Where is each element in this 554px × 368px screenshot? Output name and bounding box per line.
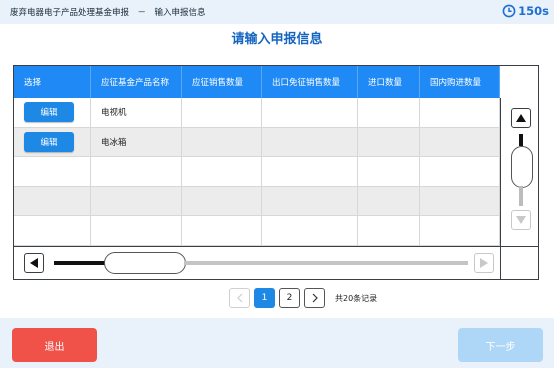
- vertical-track: [519, 186, 523, 206]
- import-cell: [358, 216, 420, 245]
- export-cell: [262, 127, 358, 156]
- product-cell: [91, 216, 182, 245]
- product-cell: 电冰箱: [91, 127, 182, 156]
- table-header: 选择 应征基金产品名称 应征销售数量 出口免征销售数量 进口数量 国内购进数量: [14, 66, 500, 98]
- import-cell: [358, 186, 420, 215]
- import-cell: [358, 157, 420, 186]
- export-cell: [262, 98, 358, 127]
- edit-button[interactable]: 编辑: [24, 131, 74, 152]
- select-cell: 编辑: [14, 127, 91, 156]
- top-bar: 废弃电器电子产品处理基金申报 － 输入申报信息 150s: [0, 0, 554, 24]
- clock-icon: [502, 4, 516, 18]
- domestic-cell: [420, 186, 500, 215]
- scrollbar-corner: [500, 246, 538, 279]
- pagination: 1 2 共20条记录: [229, 288, 377, 308]
- column-header-product: 应征基金产品名称: [91, 66, 182, 98]
- chevron-left-icon: [236, 293, 242, 303]
- horizontal-track: [184, 261, 468, 265]
- import-cell: [358, 98, 420, 127]
- column-header-select: 选择: [14, 66, 91, 98]
- triangle-up-icon: [516, 114, 526, 122]
- scroll-right-button[interactable]: [474, 253, 494, 273]
- horizontal-track-filled: [54, 261, 106, 265]
- edit-button[interactable]: 编辑: [24, 102, 74, 123]
- countdown-timer: 150s: [502, 4, 549, 18]
- product-cell: 电视机: [91, 98, 182, 127]
- domestic-cell: [420, 157, 500, 186]
- horizontal-scrollbar[interactable]: [14, 246, 500, 279]
- sales-cell: [182, 216, 262, 245]
- product-cell: [91, 186, 182, 215]
- vertical-track-filled: [519, 134, 523, 146]
- export-cell: [262, 186, 358, 215]
- horizontal-scroll-thumb[interactable]: [104, 252, 186, 274]
- triangle-left-icon: [30, 258, 38, 268]
- column-header-sales: 应征销售数量: [182, 66, 262, 98]
- select-cell: [14, 186, 91, 215]
- table-row: [14, 157, 500, 187]
- table-body: 编辑 电视机 编辑 电冰箱: [14, 98, 500, 246]
- vertical-scroll-thumb[interactable]: [511, 146, 533, 188]
- chevron-right-icon: [312, 293, 318, 303]
- export-cell: [262, 216, 358, 245]
- domestic-cell: [420, 127, 500, 156]
- select-cell: [14, 216, 91, 245]
- select-cell: 编辑: [14, 98, 91, 127]
- breadcrumb: 废弃电器电子产品处理基金申报 － 输入申报信息: [10, 8, 206, 18]
- table-row: [14, 186, 500, 216]
- scroll-left-button[interactable]: [24, 253, 44, 273]
- column-header-export: 出口免征销售数量: [262, 66, 358, 98]
- table-row[interactable]: 编辑 电冰箱: [14, 127, 500, 157]
- page-title: 请输入申报信息: [231, 32, 323, 47]
- vertical-scrollbar[interactable]: [500, 98, 538, 246]
- page-button-2[interactable]: 2: [279, 288, 300, 308]
- declaration-table: 选择 应征基金产品名称 应征销售数量 出口免征销售数量 进口数量 国内购进数量 …: [13, 65, 539, 280]
- domestic-cell: [420, 216, 500, 245]
- record-count: 共20条记录: [335, 293, 378, 303]
- sales-cell: [182, 157, 262, 186]
- column-header-domestic: 国内购进数量: [420, 66, 500, 98]
- next-page-button[interactable]: [304, 288, 325, 308]
- table-row[interactable]: 编辑 电视机: [14, 98, 500, 128]
- sales-cell: [182, 186, 262, 215]
- page-button-1[interactable]: 1: [254, 288, 275, 308]
- column-header-import: 进口数量: [358, 66, 420, 98]
- prev-page-button[interactable]: [229, 288, 250, 308]
- next-step-button[interactable]: 下一步: [458, 328, 543, 362]
- import-cell: [358, 127, 420, 156]
- table-row: [14, 216, 500, 246]
- scroll-up-button[interactable]: [511, 108, 531, 128]
- sales-cell: [182, 98, 262, 127]
- product-cell: [91, 157, 182, 186]
- timer-value: 150s: [518, 4, 549, 18]
- domestic-cell: [420, 98, 500, 127]
- scroll-down-button[interactable]: [511, 210, 531, 230]
- triangle-right-icon: [480, 258, 488, 268]
- select-cell: [14, 157, 91, 186]
- sales-cell: [182, 127, 262, 156]
- export-cell: [262, 157, 358, 186]
- exit-button[interactable]: 退出: [12, 328, 97, 362]
- triangle-down-icon: [516, 216, 526, 224]
- bottom-bar: 退出 下一步: [0, 318, 554, 368]
